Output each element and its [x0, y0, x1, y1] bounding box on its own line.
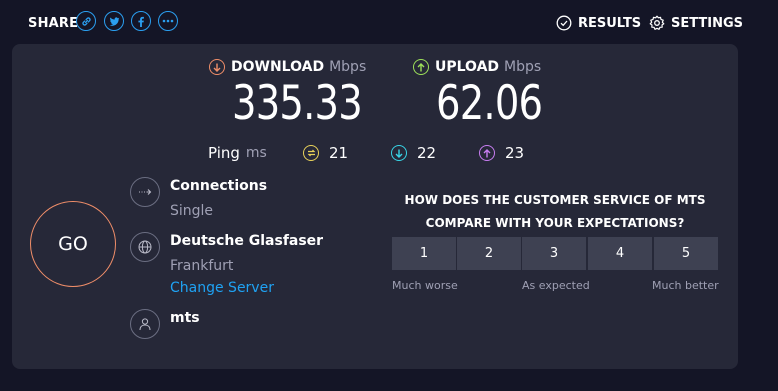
results-label: RESULTS — [578, 15, 642, 31]
ping-unit: ms — [245, 145, 267, 161]
survey-question: HOW DOES THE CUSTOMER SERVICE OF MTS COM… — [404, 193, 706, 230]
download-arrow-icon — [209, 59, 225, 75]
ping-idle-icon — [303, 145, 319, 161]
connections-title: Connections — [170, 178, 268, 194]
top-bar: SHARE RESULTS SETTINGS — [0, 0, 778, 44]
provider-name: mts — [170, 310, 200, 326]
ping-label: Ping — [208, 144, 240, 162]
server-name: Deutsche Glasfaser — [170, 233, 324, 249]
rating-4-button[interactable]: 4 — [588, 237, 652, 270]
settings-link[interactable]: SETTINGS — [649, 15, 743, 31]
connections-icon — [130, 177, 160, 207]
ping-download: 22 — [391, 144, 436, 162]
link-icon[interactable] — [76, 11, 96, 31]
ping-idle-value: 21 — [329, 144, 349, 162]
gear-icon — [649, 15, 665, 30]
ping-upload: 23 — [479, 144, 524, 162]
more-icon[interactable] — [158, 11, 178, 31]
ping-download-icon — [391, 145, 407, 161]
facebook-icon[interactable] — [131, 11, 151, 31]
results-link[interactable]: RESULTS — [556, 15, 641, 31]
settings-label: SETTINGS — [671, 15, 744, 31]
scale-high-label: Much better — [652, 279, 719, 292]
ping-upload-value: 23 — [505, 144, 525, 162]
scale-low-label: Much worse — [392, 279, 458, 292]
rating-5-button[interactable]: 5 — [654, 237, 718, 270]
upload-header: UPLOAD Mbps — [413, 59, 541, 75]
ping-download-value: 22 — [417, 144, 437, 162]
upload-arrow-icon — [413, 59, 429, 75]
ping-idle: 21 — [303, 144, 348, 162]
go-button[interactable]: GO — [30, 201, 116, 287]
server-location: Frankfurt — [170, 258, 234, 274]
ping-upload-icon — [479, 145, 495, 161]
user-icon — [130, 309, 160, 339]
ping-label-group: Ping ms — [208, 144, 267, 162]
check-circle-icon — [556, 15, 572, 31]
upload-label: UPLOAD — [435, 59, 500, 75]
share-label: SHARE — [28, 16, 79, 31]
rating-2-button[interactable]: 2 — [457, 237, 521, 270]
upload-value: 62.06 — [436, 76, 543, 131]
globe-icon — [130, 232, 160, 262]
connections-value[interactable]: Single — [170, 203, 213, 219]
change-server-link[interactable]: Change Server — [170, 280, 274, 296]
rating-1-button[interactable]: 1 — [392, 237, 456, 270]
download-header: DOWNLOAD Mbps — [209, 59, 366, 75]
rating-3-button[interactable]: 3 — [522, 237, 586, 270]
download-label: DOWNLOAD — [231, 59, 325, 75]
download-unit: Mbps — [329, 59, 367, 75]
scale-mid-label: As expected — [522, 279, 590, 292]
upload-unit: Mbps — [504, 59, 542, 75]
twitter-icon[interactable] — [104, 11, 124, 31]
download-value: 335.33 — [232, 76, 363, 131]
